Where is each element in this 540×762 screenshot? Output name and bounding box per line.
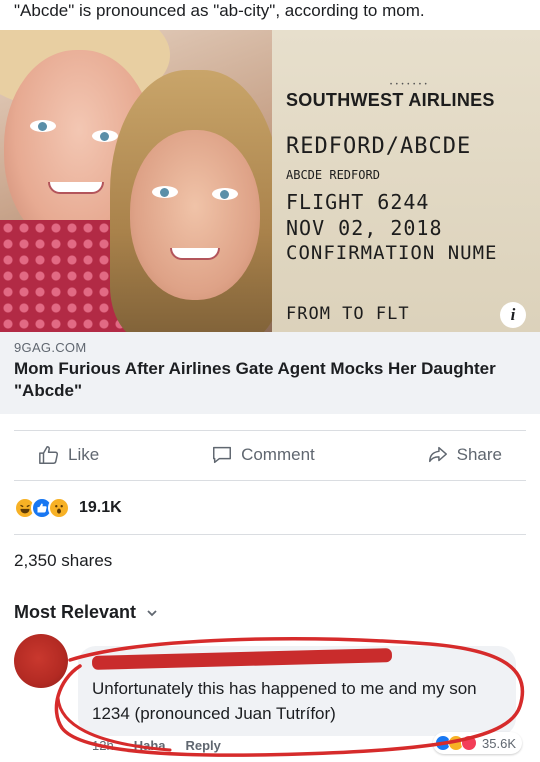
- like-button[interactable]: Like: [14, 444, 123, 466]
- boarding-pass: • • • • • • • SOUTHWEST AIRLINES REDFORD…: [272, 30, 540, 332]
- post-actions: Like Comment Share: [14, 432, 526, 478]
- wow-icon: [48, 497, 70, 519]
- share-arrow-icon: [428, 446, 447, 463]
- link-preview-card[interactable]: • • • • • • • SOUTHWEST AIRLINES REDFORD…: [0, 30, 540, 414]
- ticket-airline: SOUTHWEST AIRLINES: [286, 90, 495, 110]
- divider: [14, 480, 526, 481]
- speech-bubble-icon: [213, 446, 232, 464]
- ticket-date: NOV 02, 2018: [286, 216, 443, 240]
- comment-meta: 12h Haha Reply: [92, 738, 221, 753]
- comment-reaction-summary[interactable]: 35.6K: [433, 732, 522, 754]
- divider: [14, 534, 526, 535]
- chevron-down-icon: [147, 609, 157, 616]
- info-icon[interactable]: i: [500, 302, 526, 328]
- ticket-passenger-alt: ABCDE REDFORD: [286, 168, 380, 182]
- comment-reaction-count: 35.6K: [482, 735, 516, 751]
- comment-time[interactable]: 12h: [92, 738, 114, 753]
- share-count[interactable]: 2,350 shares: [14, 551, 112, 571]
- ticket-columns: FROM TO FLT: [286, 304, 410, 324]
- mom-face: [130, 130, 260, 300]
- comment-label: Comment: [241, 445, 315, 464]
- reaction-summary[interactable]: 19.1K: [14, 494, 122, 522]
- comment-text: Unfortunately this has happened to me an…: [92, 679, 477, 723]
- haha-react-button[interactable]: Haha: [134, 738, 166, 753]
- share-label: Share: [456, 445, 502, 464]
- link-preview-image: • • • • • • • SOUTHWEST AIRLINES REDFORD…: [0, 30, 540, 332]
- ticket-confirmation: CONFIRMATION NUME: [286, 242, 498, 264]
- divider: [14, 430, 526, 431]
- comment-sort-dropdown[interactable]: Most Relevant: [14, 602, 158, 623]
- selfie-photo: [0, 30, 272, 332]
- reply-button[interactable]: Reply: [186, 738, 221, 753]
- love-icon: [461, 735, 478, 751]
- link-title[interactable]: Mom Furious After Airlines Gate Agent Mo…: [14, 358, 514, 402]
- like-label: Like: [68, 445, 100, 464]
- reaction-count: 19.1K: [79, 499, 122, 516]
- avatar[interactable]: [14, 634, 68, 688]
- share-button[interactable]: Share: [403, 444, 526, 466]
- sort-label: Most Relevant: [14, 602, 137, 622]
- ticket-passenger: REDFORD/ABCDE: [286, 134, 472, 159]
- comment-button[interactable]: Comment: [187, 444, 339, 466]
- thumbs-up-icon: [39, 446, 59, 464]
- ticket-flight: FLIGHT 6244: [286, 190, 430, 214]
- post-caption: "Abcde" is pronounced as "ab-city", acco…: [14, 1, 425, 20]
- link-source: 9GAG.COM: [14, 340, 87, 355]
